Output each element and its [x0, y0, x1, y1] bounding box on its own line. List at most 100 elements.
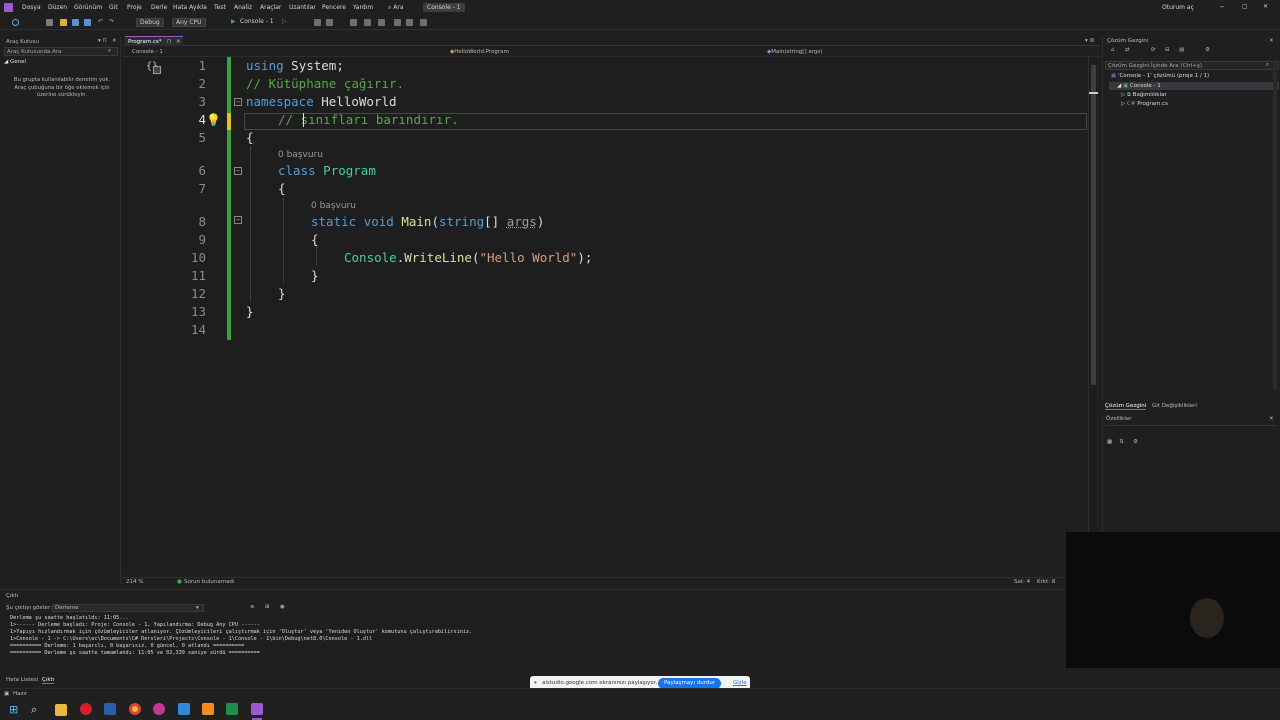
- toolbar-tool-icon[interactable]: [364, 19, 371, 26]
- menu-analyze[interactable]: Analiz: [234, 4, 252, 11]
- opera-icon[interactable]: [80, 703, 92, 715]
- menu-git[interactable]: Git: [109, 4, 118, 11]
- panel-close-icon[interactable]: ✕: [1269, 416, 1274, 422]
- vlc-icon[interactable]: [202, 703, 214, 715]
- menu-debug[interactable]: Hata Ayıkla: [173, 4, 207, 11]
- tree-dependencies[interactable]: ▷ ⧉ Bağımlılıklar: [1121, 92, 1167, 99]
- toolbar-tool-icon[interactable]: [394, 19, 401, 26]
- tab-output[interactable]: Çıktı: [42, 677, 55, 684]
- new-project-icon[interactable]: [46, 19, 53, 26]
- hide-button[interactable]: Gizle: [733, 680, 747, 686]
- settings-icon[interactable]: ⚙: [1205, 47, 1210, 53]
- visual-studio-icon[interactable]: [251, 703, 263, 715]
- toolbar-tool-icon[interactable]: [378, 19, 385, 26]
- toolbar-tool-icon[interactable]: [420, 19, 427, 26]
- browser-icon[interactable]: [153, 703, 165, 715]
- collapse-all-icon[interactable]: ⊟: [1165, 47, 1170, 53]
- tree-program-cs[interactable]: ▷ C# Program.cs: [1121, 101, 1168, 107]
- redo-icon[interactable]: ↷: [109, 18, 114, 27]
- word-wrap-icon[interactable]: ≡: [250, 604, 255, 610]
- save-all-icon[interactable]: [84, 19, 91, 26]
- tab-git-changes[interactable]: Git Değişiklikleri: [1152, 403, 1197, 409]
- menu-tools[interactable]: Araçlar: [260, 4, 281, 11]
- home-icon[interactable]: ⌂: [1111, 47, 1115, 53]
- line-number: 2: [198, 76, 206, 91]
- tab-program-cs[interactable]: Program.cs* ⊓ ✕: [125, 36, 183, 46]
- vscode-icon[interactable]: [178, 703, 190, 715]
- clear-all-icon[interactable]: ⊞: [265, 604, 270, 610]
- editor-status-strip: 214 % ● Sorun bulunamadı Sat: 4 Krkt: 8: [122, 577, 1070, 586]
- toolbox-close-icon[interactable]: ✕: [112, 38, 117, 44]
- code-editor[interactable]: {} 1234567891011121314 💡 − − − using Sys…: [122, 57, 1098, 574]
- signin-link[interactable]: Oturum aç: [1162, 4, 1194, 11]
- categorized-icon[interactable]: ▦: [1107, 439, 1112, 445]
- output-source-select[interactable]: Derleme ▾: [52, 604, 204, 612]
- config-select[interactable]: Debug: [136, 18, 164, 27]
- vertical-scrollbar[interactable]: [1088, 57, 1098, 574]
- project-dropdown[interactable]: Console - 1: [132, 49, 163, 55]
- toggle-wrap-icon[interactable]: ◉: [280, 604, 285, 610]
- scrollbar-thumb[interactable]: [1091, 65, 1096, 385]
- member-dropdown[interactable]: ◆Main(string[] args): [767, 49, 822, 55]
- class-dropdown[interactable]: ◆HelloWorld.Program: [450, 49, 509, 55]
- tab-overflow-icon[interactable]: ▾ ⚙: [1085, 38, 1094, 44]
- alphabetical-icon[interactable]: ⇅: [1119, 439, 1124, 445]
- codelens-references[interactable]: 0 başvuru: [311, 201, 356, 211]
- panel-close-icon[interactable]: ✕: [1269, 38, 1274, 44]
- open-icon[interactable]: [60, 19, 67, 26]
- menu-edit[interactable]: Düzen: [48, 4, 67, 11]
- menu-help[interactable]: Yardım: [353, 4, 373, 11]
- toolbar-tool-icon[interactable]: [326, 19, 333, 26]
- save-icon[interactable]: [72, 19, 79, 26]
- codelens-references[interactable]: 0 başvuru: [278, 150, 323, 160]
- tree-project[interactable]: ◢ ▣ Console - 1: [1117, 83, 1161, 89]
- toolbar-tool-icon[interactable]: [350, 19, 357, 26]
- toolbox-pin-icon[interactable]: ▾ ⊓: [98, 38, 107, 44]
- tab-solution-explorer[interactable]: Çözüm Gezgini: [1105, 403, 1147, 410]
- close-window-icon[interactable]: ✕: [1263, 3, 1268, 10]
- tab-error-list[interactable]: Hata Listesi: [6, 677, 38, 683]
- tree-solution[interactable]: ▣ 'Console - 1' çözümü (proje 1 / 1): [1111, 73, 1209, 79]
- run-icon[interactable]: ▶: [231, 18, 236, 27]
- windows-start-icon[interactable]: ⊞: [9, 703, 18, 716]
- undo-icon[interactable]: ↶: [98, 18, 103, 27]
- toolbox-search-input[interactable]: Araç Kutusunda Ara ⌕: [4, 47, 118, 56]
- search-button[interactable]: ⌕ Ara: [388, 4, 404, 12]
- sync-icon[interactable]: ⇄: [1125, 47, 1130, 53]
- output-title: Çıktı: [6, 593, 19, 599]
- zoom-level[interactable]: 214 %: [126, 579, 143, 585]
- excel-icon[interactable]: [226, 703, 238, 715]
- platform-select[interactable]: Any CPU: [172, 18, 206, 27]
- navigate-back-icon[interactable]: [12, 19, 19, 26]
- menu-build[interactable]: Derle: [151, 4, 167, 11]
- search-icon[interactable]: ⌕: [31, 703, 37, 717]
- toolbar-tool-icon[interactable]: [314, 19, 321, 26]
- menu-file[interactable]: Dosya: [22, 4, 41, 11]
- menu-test[interactable]: Test: [214, 4, 226, 11]
- property-pages-icon[interactable]: ⚙: [1133, 439, 1138, 445]
- minimize-icon[interactable]: –: [1220, 2, 1224, 11]
- collapse-namespace-icon[interactable]: −: [234, 98, 242, 106]
- run-button[interactable]: Console - 1: [240, 18, 274, 27]
- maximize-icon[interactable]: ▢: [1242, 3, 1248, 10]
- close-tab-icon[interactable]: ✕: [176, 39, 181, 45]
- file-explorer-icon[interactable]: [55, 704, 67, 716]
- pin-icon[interactable]: ⊓: [167, 39, 171, 45]
- solution-search-input[interactable]: Çözüm Gezgini İçinde Ara (Ctrl+ş) ⌕: [1105, 61, 1279, 70]
- menu-view[interactable]: Görünüm: [74, 4, 102, 11]
- steam-icon[interactable]: [104, 703, 116, 715]
- show-files-icon[interactable]: ▤: [1179, 47, 1184, 53]
- solution-explorer-scrollbar[interactable]: [1273, 60, 1277, 390]
- menu-extensions[interactable]: Uzantılar: [289, 4, 316, 11]
- chrome-icon[interactable]: [129, 703, 141, 715]
- toolbox-group-general[interactable]: ◢ Genel: [4, 59, 26, 65]
- menu-window[interactable]: Pencere: [322, 4, 346, 11]
- run-no-debug-icon[interactable]: ▷: [282, 18, 287, 27]
- menu-project[interactable]: Proje: [127, 4, 142, 11]
- collapse-method-icon[interactable]: −: [234, 216, 242, 224]
- collapse-class-icon[interactable]: −: [234, 167, 242, 175]
- refresh-icon[interactable]: ⟳: [1151, 47, 1156, 53]
- issues-indicator[interactable]: Sorun bulunamadı: [184, 579, 234, 585]
- lightbulb-icon[interactable]: 💡: [206, 113, 221, 127]
- toolbar-tool-icon[interactable]: [406, 19, 413, 26]
